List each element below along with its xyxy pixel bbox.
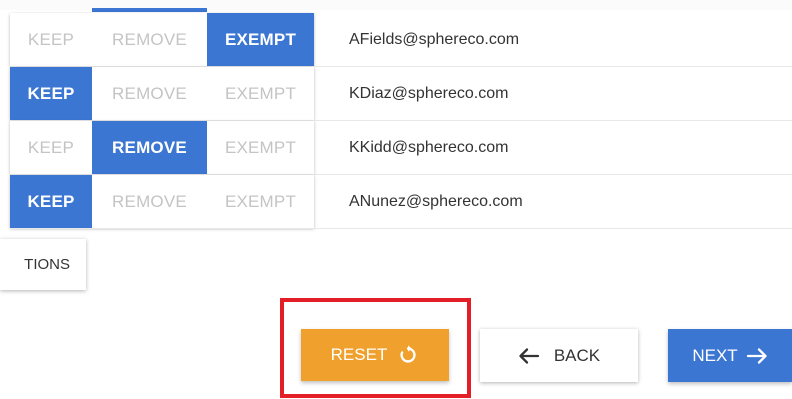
next-button[interactable]: NEXT [668,329,792,382]
table-row: KEEP REMOVE EXEMPT KKidd@sphereco.com [10,121,792,175]
keep-remove-exempt-toggle: KEEP REMOVE EXEMPT [10,121,314,174]
user-email: KDiaz@sphereco.com [349,84,509,102]
keep-remove-exempt-toggle: KEEP REMOVE EXEMPT [10,67,314,120]
user-email: ANunez@sphereco.com [349,192,523,210]
exempt-option[interactable]: EXEMPT [207,175,314,228]
exempt-option[interactable]: EXEMPT [207,67,314,120]
options-button-label: TIONS [24,256,70,273]
table-row: KEEP REMOVE EXEMPT ANunez@sphereco.com [10,175,792,229]
keep-option[interactable]: KEEP [10,13,92,66]
remove-option[interactable]: REMOVE [92,175,207,228]
user-email: KKidd@sphereco.com [349,138,509,156]
table-row: KEEP REMOVE EXEMPT AFields@sphereco.com [10,13,792,67]
reset-icon [397,344,419,366]
back-button[interactable]: BACK [480,329,638,382]
reset-button[interactable]: RESET [301,329,449,381]
keep-option[interactable]: KEEP [10,121,92,174]
remove-option[interactable]: REMOVE [92,67,207,120]
keep-option[interactable]: KEEP [10,175,92,228]
exempt-option[interactable]: EXEMPT [207,121,314,174]
arrow-right-icon [746,347,768,365]
arrow-left-icon [518,347,540,365]
remove-option[interactable]: REMOVE [92,121,207,174]
row-divider [10,228,792,229]
next-button-label: NEXT [692,345,738,365]
back-button-label: BACK [553,345,601,365]
reset-button-label: RESET [330,345,388,364]
user-email: AFields@sphereco.com [349,30,520,48]
remove-option[interactable]: REMOVE [92,13,207,66]
table-row: KEEP REMOVE EXEMPT KDiaz@sphereco.com [10,67,792,121]
top-accent-bar [92,8,207,12]
keep-remove-exempt-toggle: KEEP REMOVE EXEMPT [10,13,314,66]
exempt-option[interactable]: EXEMPT [207,13,314,66]
keep-option[interactable]: KEEP [10,67,92,120]
options-button[interactable]: TIONS [0,239,86,290]
keep-remove-exempt-toggle: KEEP REMOVE EXEMPT [10,175,314,228]
